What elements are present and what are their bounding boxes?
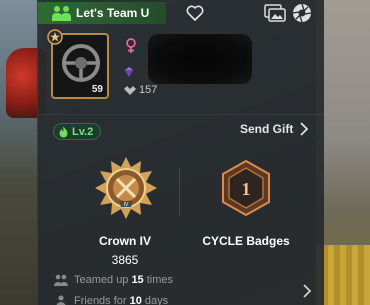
steering-wheel-icon xyxy=(62,44,100,82)
gem-icon xyxy=(125,67,133,77)
avatar-level: 59 xyxy=(91,84,103,95)
teammates-icon xyxy=(54,274,68,286)
teamed-count: 15 xyxy=(131,274,144,286)
level-badge: Lv.2 xyxy=(53,123,101,140)
send-gift-button[interactable]: Send Gift xyxy=(240,122,309,136)
teamed-up-stat: Teamed up 15 times xyxy=(54,274,173,286)
flame-icon xyxy=(59,126,68,137)
stats-chevron-right-icon[interactable] xyxy=(302,284,312,298)
chevron-right-icon xyxy=(300,122,309,136)
rank-points: 3865 xyxy=(111,253,139,267)
female-symbol-icon xyxy=(126,38,136,53)
likes-counter: 157 xyxy=(123,84,157,96)
team-up-button[interactable]: Let's Team U xyxy=(38,2,166,24)
svg-text:IV: IV xyxy=(124,202,129,208)
heart-icon[interactable] xyxy=(186,5,204,21)
popularity-icon xyxy=(124,86,136,95)
team-icon xyxy=(52,5,72,21)
cycle-badge-emblem[interactable]: 1 xyxy=(221,160,271,216)
rank-divider xyxy=(179,168,180,216)
svg-text:1: 1 xyxy=(242,179,251,199)
player-avatar[interactable]: 59 xyxy=(47,29,109,99)
card-header: Let's Team U xyxy=(38,0,325,26)
aperture-icon[interactable] xyxy=(292,3,312,23)
crown-rank-emblem[interactable]: IV xyxy=(93,155,159,221)
likes-count: 157 xyxy=(139,84,158,96)
cycle-badges-label: CYCLE Badges xyxy=(202,234,290,248)
section-divider xyxy=(38,114,325,115)
background-left-scene xyxy=(0,0,42,305)
level-text: Lv.2 xyxy=(72,125,94,138)
team-up-label: Let's Team U xyxy=(76,6,150,20)
friends-icon xyxy=(56,295,66,305)
friends-count: 10 xyxy=(129,295,142,305)
photo-frame-icon[interactable] xyxy=(264,4,286,22)
background-tent xyxy=(316,245,370,305)
player-profile-card: Let's Team U 59 157 Lv.2 Send Gift IV Cr… xyxy=(37,0,325,305)
send-gift-label: Send Gift xyxy=(240,122,294,136)
redacted-player-name xyxy=(148,34,252,84)
rank-name: Crown IV xyxy=(98,234,151,248)
friends-stat: Friends for 10 days xyxy=(54,295,168,305)
